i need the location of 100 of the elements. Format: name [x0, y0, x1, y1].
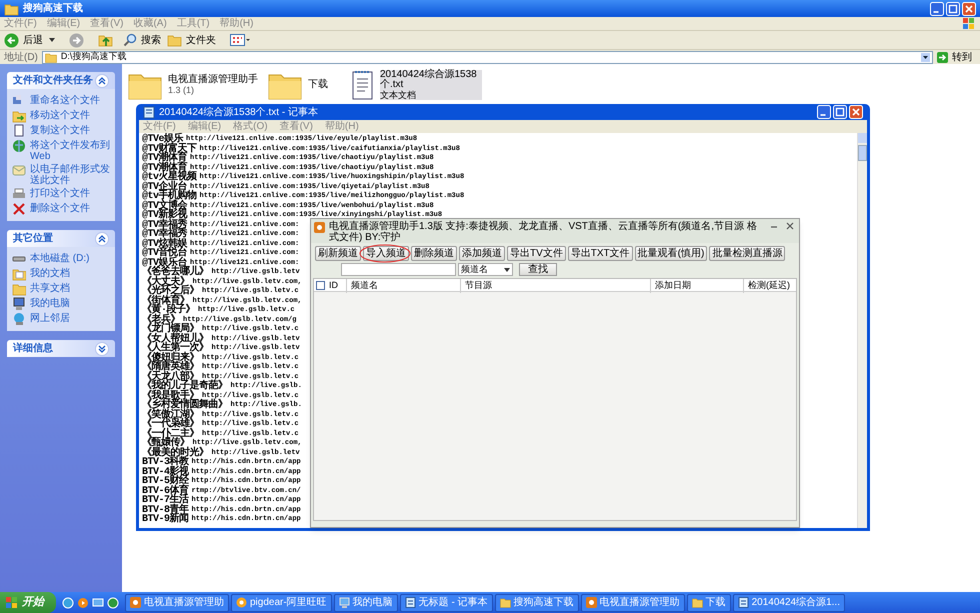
panel-header[interactable]: 其它位置: [7, 230, 115, 247]
menu-item[interactable]: 收藏(A): [133, 16, 167, 31]
close-icon[interactable]: [962, 2, 976, 16]
printer-icon: [12, 187, 26, 201]
menu-item[interactable]: 编辑(E): [188, 119, 222, 134]
panel-header[interactable]: 文件和文件夹任务: [7, 72, 115, 89]
start-button[interactable]: 开始: [0, 592, 56, 613]
app-icon: [586, 597, 597, 608]
menu-item[interactable]: 工具(T): [176, 16, 210, 31]
toolbar-button[interactable]: 删除频道: [411, 246, 457, 261]
taskbar-button[interactable]: 20140424综合源1...: [732, 594, 845, 612]
menu-item[interactable]: 文件(F): [143, 119, 176, 134]
dropdown-caret-icon: [921, 52, 930, 62]
notepad-icon: [738, 597, 749, 608]
column-header[interactable]: 节目源: [465, 279, 492, 292]
folders-button[interactable]: 文件夹: [167, 32, 216, 48]
menu-item[interactable]: 格式(O): [233, 119, 268, 134]
window-title: 20140424综合源1538个.txt - 记事本: [159, 106, 319, 120]
address-field[interactable]: D:\搜狗高速下载: [42, 50, 933, 64]
file-label[interactable]: 下载: [308, 80, 328, 90]
collapse-icon[interactable]: [95, 74, 109, 88]
panel-title: 其它位置: [13, 231, 53, 246]
close-icon[interactable]: [849, 105, 863, 119]
search-button[interactable]: 搜索: [123, 32, 161, 48]
find-button[interactable]: 查找: [519, 263, 557, 276]
maximize-icon[interactable]: [946, 2, 960, 16]
taskbar-button[interactable]: 搜狗高速下载: [494, 594, 579, 612]
toolbar-button[interactable]: 导出TV文件: [507, 246, 566, 261]
folder-icon: [12, 282, 26, 296]
windows-logo-icon: [6, 596, 18, 608]
taskbar-button[interactable]: 我的电脑: [334, 594, 398, 612]
column-header[interactable]: ID: [329, 279, 338, 292]
task-link[interactable]: 以电子邮件形式发送此文件: [30, 163, 110, 186]
media-player-icon[interactable]: [77, 596, 89, 608]
toolbar-button[interactable]: 添加频道: [459, 246, 505, 261]
menu-item[interactable]: 编辑(E): [46, 16, 80, 31]
expand-icon[interactable]: [95, 342, 109, 356]
column-header[interactable]: 频道名: [351, 279, 378, 292]
select-all-checkbox[interactable]: [316, 281, 325, 290]
column-header[interactable]: 检测(延迟): [748, 279, 790, 292]
taskbar-button[interactable]: 下载: [686, 594, 731, 612]
scrollbar[interactable]: [857, 133, 867, 528]
task-link[interactable]: 网上邻居: [30, 312, 70, 324]
menu-item[interactable]: 帮助(H): [324, 119, 359, 134]
toolbar-button[interactable]: 刷新频道: [315, 246, 361, 261]
computer-icon: [12, 297, 26, 311]
task-link[interactable]: 共享文档: [30, 282, 70, 294]
desktop-icon[interactable]: [92, 596, 104, 608]
channel-name: BTV-8青年: [142, 506, 189, 515]
app-icon: [314, 222, 325, 233]
panel-title: 详细信息: [13, 341, 53, 356]
channel-name: @TV潮体育: [142, 164, 188, 173]
task-link[interactable]: 打印这个文件: [30, 187, 90, 199]
taskbar-button[interactable]: 电视直播源管理助: [125, 594, 229, 612]
task-link[interactable]: 复制这个文件: [30, 124, 90, 136]
computer-icon: [338, 597, 350, 608]
menu-item[interactable]: 查看(V): [280, 119, 313, 134]
menu-item[interactable]: 文件(F): [4, 16, 37, 31]
panel-header[interactable]: 详细信息: [7, 340, 115, 357]
search-input[interactable]: [341, 263, 456, 276]
menu-item[interactable]: 查看(V): [90, 16, 124, 31]
task-link[interactable]: 我的电脑: [30, 297, 70, 309]
channel-name: BTV-6体育: [142, 486, 189, 496]
channel-dropdown[interactable]: 频道名: [458, 263, 513, 276]
channel-name: @TV炫韩娱: [142, 240, 188, 249]
close-icon[interactable]: [784, 221, 796, 231]
task-link[interactable]: 本地磁盘 (D:): [30, 252, 90, 264]
task-link[interactable]: 移动这个文件: [30, 109, 90, 121]
file-label[interactable]: 电视直播源管理助手 1.3 (1): [168, 75, 258, 95]
toolbar-button[interactable]: 批量观看(慎用): [634, 246, 708, 261]
dropdown-caret-icon: [504, 268, 510, 272]
address-label: 地址(D): [4, 50, 38, 64]
menu-item[interactable]: 帮助(H): [220, 16, 254, 31]
task-link[interactable]: 删除这个文件: [30, 202, 90, 214]
notepad-icon: [143, 106, 155, 118]
task-link[interactable]: 将这个文件发布到 Web: [30, 139, 110, 162]
collapse-icon[interactable]: [95, 232, 109, 246]
channel-name: BTV-4影视: [142, 468, 189, 477]
views-icon[interactable]: [230, 34, 250, 46]
toolbar-button[interactable]: 批量检测直播源: [709, 246, 786, 261]
taskbar-button[interactable]: 无标题 - 记事本: [400, 594, 493, 612]
folder-icon: [692, 597, 703, 608]
minimize-icon[interactable]: [930, 2, 944, 16]
taskbar-button[interactable]: 电视直播源管理助: [580, 594, 685, 612]
envelope-icon: [12, 163, 26, 177]
file-label[interactable]: 20140424综合源1538个.txt 文本文档: [380, 70, 482, 100]
column-header[interactable]: 添加日期: [655, 279, 691, 292]
search-icon: [123, 33, 137, 47]
taskbar-button[interactable]: pigdear-阿里旺旺: [231, 594, 332, 612]
maximize-icon[interactable]: [833, 105, 847, 119]
up-folder-icon[interactable]: [98, 32, 113, 48]
channel-name: 《最美的时光》: [142, 448, 208, 458]
task-link[interactable]: 我的文档: [30, 267, 70, 279]
delete-icon: [12, 202, 26, 216]
toolbar-button[interactable]: 导出TXT文件: [568, 246, 633, 261]
window-title: 电视直播源管理助手1.3版 支持:泰捷视频、龙龙直播、VST直播、云直播等所有(频道名,节目源 格式文件) BY:守护: [329, 221, 758, 243]
task-link[interactable]: 重命名这个文件: [30, 94, 100, 106]
back-button[interactable]: 后退: [4, 32, 43, 48]
minimize-icon[interactable]: [817, 105, 831, 119]
text-file-icon: [352, 70, 374, 100]
